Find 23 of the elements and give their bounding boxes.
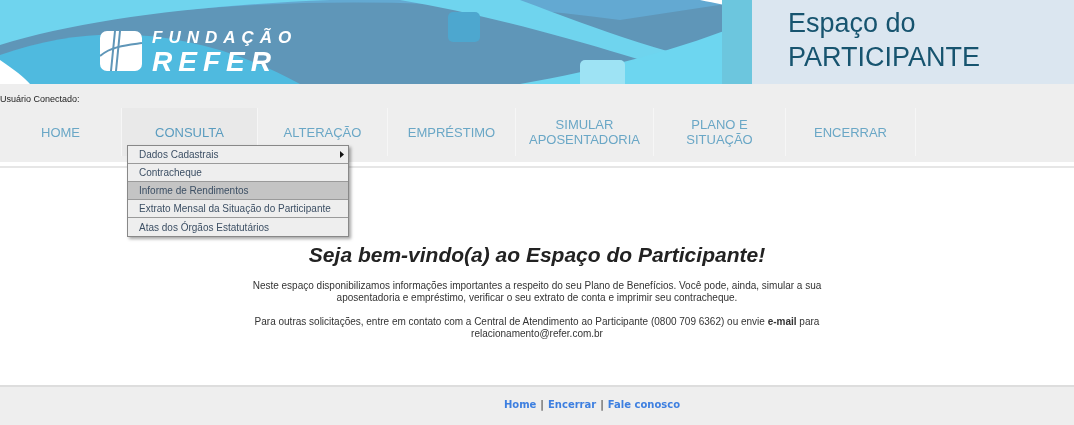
footer-link[interactable]: Encerrar (548, 397, 597, 411)
footer-link[interactable]: Home (503, 397, 537, 411)
footer-link[interactable]: Fale conosco (607, 397, 681, 411)
logo-text: FUNDAÇÃO (152, 28, 298, 48)
nav-tab[interactable]: SIMULAR APOSENTADORIA (516, 108, 654, 156)
logo-text: REFER (152, 48, 278, 76)
separator: | (600, 398, 604, 411)
nav-tab[interactable]: EMPRÉSTIMO (388, 108, 516, 156)
menu-item[interactable]: Atas dos Órgãos Estatutários (128, 218, 348, 236)
separator: | (540, 398, 544, 411)
welcome-heading: Seja bem-vindo(a) ao Espaço do Participante! (308, 242, 766, 268)
nav-tab[interactable]: PLANO E SITUAÇÃO (654, 108, 786, 156)
menu-item[interactable]: Informe de Rendimentos (128, 182, 348, 200)
menu-item[interactable]: Contracheque (128, 164, 348, 182)
welcome-paragraph: Neste espaço disponibilizamos informações importantes a respeito do seu Plano de Benefícios. Você pode, ainda, simular a sua aposentadoria e empréstimo, verificar o seu extrato de conta e imprimir seu contracheque. (251, 279, 823, 304)
welcome-paragraph: Para outras solicitações, entre em contato com a Central de Atendimento ao Participante (0800 709 6362) ou envie e-mail para relacionamento@refer.com.br (253, 315, 821, 340)
nav-tab[interactable]: ENCERRAR (786, 108, 916, 156)
menu-item[interactable]: Extrato Mensal da Situação do Participante (128, 200, 348, 218)
user-label: Usuário Conectado: (0, 94, 80, 104)
portal-title: Espaço do (788, 7, 917, 40)
menu-item[interactable]: Dados Cadastrais (128, 146, 348, 164)
logo-icon (100, 31, 142, 73)
portal-title: PARTICIPANTE (788, 41, 982, 74)
